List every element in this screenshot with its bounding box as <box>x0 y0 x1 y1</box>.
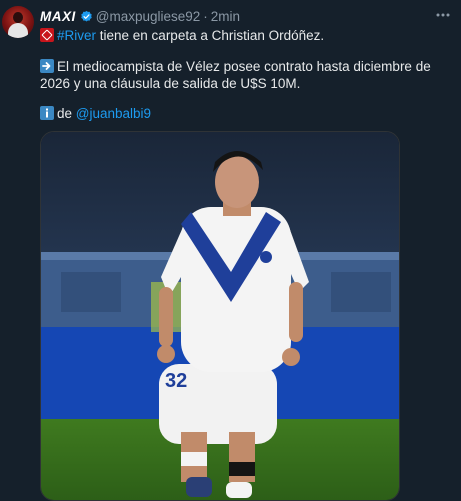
tweet-line-2-text: El mediocampista de Vélez posee contrato… <box>40 59 431 91</box>
tweet-line-3: de @juanbalbi9 <box>40 105 453 122</box>
jersey-number: 32 <box>165 370 187 392</box>
avatar[interactable] <box>2 6 34 38</box>
avatar-body-shape <box>8 23 28 38</box>
avatar-head-shape <box>13 12 23 23</box>
mention-link[interactable]: @juanbalbi9 <box>76 106 151 121</box>
tweet-header: MAXI @maxpugliese92 · 2min <box>40 9 451 25</box>
user-handle[interactable]: @maxpugliese92 <box>96 9 201 24</box>
red-diamond-emoji-icon <box>40 28 54 42</box>
tweet-line-2: El mediocampista de Vélez posee contrato… <box>40 58 453 92</box>
tweet-line-1: #River tiene en carpeta a Christian Ordó… <box>40 27 453 44</box>
tweet-media[interactable]: 32 <box>40 131 400 501</box>
timestamp[interactable]: 2min <box>211 9 240 24</box>
soccer-player-photo-icon: 32 <box>41 132 399 500</box>
right-arrow-emoji-icon <box>40 59 54 73</box>
separator-dot: · <box>203 9 208 24</box>
display-name[interactable]: MAXI <box>40 9 76 24</box>
information-emoji-icon <box>40 106 54 120</box>
hashtag-link[interactable]: #River <box>57 28 96 43</box>
source-prefix: de <box>57 106 73 121</box>
verified-badge-icon <box>80 10 92 22</box>
more-options-icon[interactable] <box>435 7 451 23</box>
tweet-line-1-text: tiene en carpeta a Christian Ordóñez. <box>96 28 325 43</box>
